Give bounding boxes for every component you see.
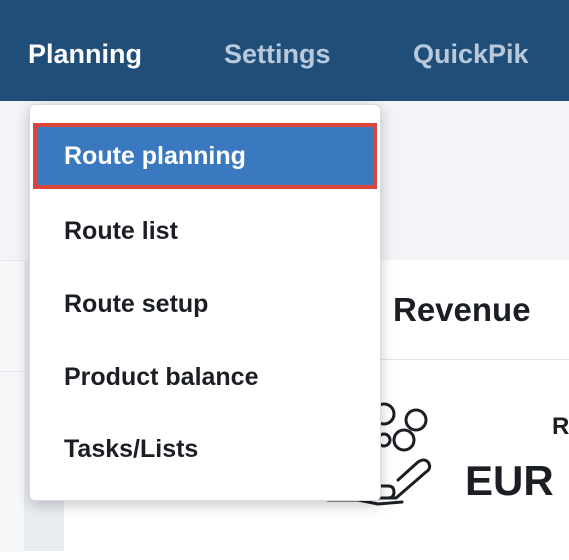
nav-quickpik[interactable]: QuickPik <box>413 34 529 74</box>
menu-item-route-setup[interactable]: Route setup <box>30 270 380 338</box>
menu-item-product-balance[interactable]: Product balance <box>30 343 380 411</box>
revenue-currency: EUR <box>465 457 554 504</box>
menu-item-route-planning[interactable]: Route planning <box>33 123 377 189</box>
revenue-label: R <box>552 413 569 440</box>
left-panel-strip <box>0 260 24 552</box>
top-navbar: Planning Settings QuickPik <box>0 0 569 101</box>
menu-item-tasks-lists[interactable]: Tasks/Lists <box>30 415 380 483</box>
planning-dropdown-menu: Route planning Route list Route setup Pr… <box>29 104 381 501</box>
revenue-card-title: Revenue <box>393 291 531 328</box>
card-divider <box>380 359 569 360</box>
menu-item-route-list[interactable]: Route list <box>30 197 380 265</box>
panel-divider <box>0 371 24 372</box>
nav-settings[interactable]: Settings <box>224 34 331 74</box>
nav-planning[interactable]: Planning <box>28 34 142 74</box>
